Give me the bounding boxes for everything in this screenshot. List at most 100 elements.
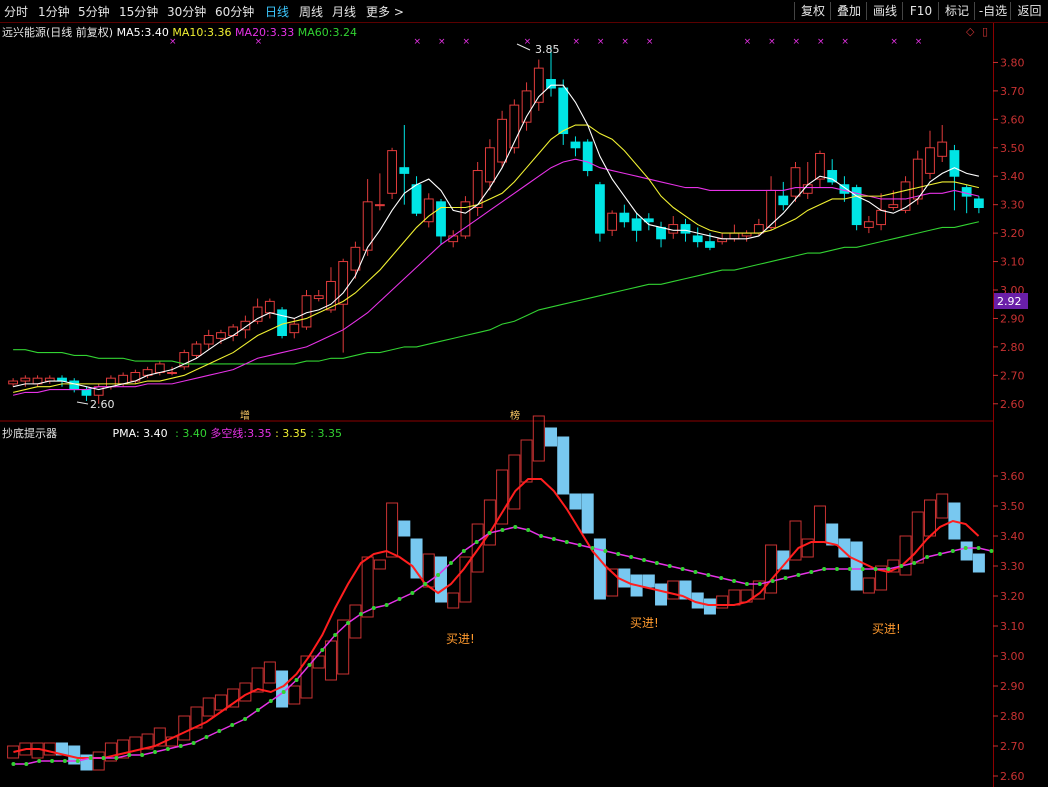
candle-body (411, 184, 422, 214)
ma10-line (12, 124, 980, 393)
sub-bar-up (899, 535, 912, 576)
sub-bar-up (324, 640, 337, 681)
multi-line-dot (641, 558, 646, 562)
sub-bar-down (434, 556, 447, 603)
sub-bar-down (826, 523, 839, 546)
multi-line-dot (744, 582, 749, 586)
signal-x-mark: × (841, 37, 849, 47)
candle-body (680, 224, 691, 234)
buy-signal-3: 买进! (872, 622, 901, 636)
candle-body (497, 118, 508, 163)
sub-bar-up (386, 502, 399, 558)
pma-line (13, 478, 980, 759)
signal-x-mark: × (646, 37, 654, 47)
multi-line-dot (281, 690, 286, 694)
high-marker: 3.85 (535, 43, 560, 56)
candle-body (925, 147, 935, 174)
sub-bar-up (496, 469, 509, 525)
candle-body (301, 295, 312, 328)
sub-y-tick-label: 3.30 (1000, 560, 1025, 573)
multi-line-dot (410, 591, 415, 595)
candle-body (338, 261, 349, 305)
sub-bar-up (178, 715, 191, 741)
sub-y-tick-label: 3.20 (1000, 590, 1025, 603)
candle-body (484, 147, 495, 183)
multi-line-dot (886, 567, 891, 571)
sub-y-tick-label: 2.60 (1000, 770, 1025, 783)
multi-line-dot (770, 579, 775, 583)
multi-line-dot (114, 756, 119, 760)
sub-bar-up (728, 589, 741, 606)
signal-x-mark: × (597, 37, 605, 47)
multi-line-dot (140, 753, 145, 757)
multi-line-dot (835, 567, 840, 571)
multi-line-dot (230, 723, 235, 727)
candle-body (546, 79, 556, 89)
sub-bar-down (703, 598, 716, 615)
multi-line-dot (88, 756, 93, 760)
candle-body (252, 306, 263, 322)
multi-line-dot (616, 552, 621, 556)
multi-line-dot (860, 567, 865, 571)
multi-line-dot (474, 540, 479, 544)
buy-signal-1: 买进! (446, 632, 475, 646)
multi-line-dot (346, 621, 351, 625)
main-y-tick-label: 3.10 (1000, 256, 1025, 269)
candle-body (203, 335, 214, 345)
current-price-value: 2.92 (997, 295, 1022, 308)
candle-body (374, 204, 385, 207)
main-y-tick-label: 3.80 (1000, 56, 1025, 69)
candle-body (289, 323, 300, 334)
kline-chart[interactable]: 3.80 3.70 3.60 3.50 3.40 3.30 3.20 3.10 3.00 2.90… (0, 0, 1048, 787)
ma60-line (13, 221, 980, 365)
signal-x-mark: × (462, 37, 470, 47)
multi-line-dot (320, 648, 325, 652)
markers: 3.85 2.60 × × × × × × × × × × × × × × × × × (76, 37, 922, 411)
candle-body (937, 141, 948, 157)
multi-line-dot (937, 552, 942, 556)
candle-body (863, 221, 874, 228)
sub-bar-up (862, 577, 875, 594)
candle-body (961, 187, 972, 197)
sub-y-tick-label: 3.10 (1000, 620, 1025, 633)
sub-bar-up (447, 592, 460, 609)
multi-line-dot (654, 561, 659, 565)
signal-x-mark: × (438, 37, 446, 47)
multi-line-dot (436, 573, 441, 577)
sub-bar-down (398, 520, 411, 537)
candle-body (949, 150, 960, 177)
multi-line-dot (178, 744, 183, 748)
sub-bar-down (557, 436, 570, 495)
candle-body (888, 204, 899, 209)
sub-bar-up (667, 580, 680, 600)
candle-body (350, 246, 361, 271)
sub-bar-up (214, 694, 227, 711)
signal-x-mark: × (572, 37, 580, 47)
sub-bar-up (532, 415, 545, 462)
multi-line-dot (847, 567, 852, 571)
multi-line-dot (204, 735, 209, 739)
candle-body (472, 170, 483, 209)
multi-line-dot (899, 564, 904, 568)
multi-line-dot (564, 540, 569, 544)
signal-x-mark: × (621, 37, 629, 47)
multi-line-dot (757, 582, 762, 586)
candle-body (656, 226, 666, 240)
multi-line-dot (333, 633, 338, 637)
candle-body (912, 158, 923, 200)
multi-line-dot (809, 570, 814, 574)
sub-bar-up (789, 520, 802, 561)
multi-line-dot (680, 567, 685, 571)
low-marker-arrow (76, 401, 89, 405)
candle-body (619, 212, 630, 223)
sub-y-tick-label: 2.70 (1000, 740, 1025, 753)
multi-line-dot (796, 573, 801, 577)
candle-body (191, 343, 202, 356)
candle-body (973, 198, 984, 209)
multi-line-dot (989, 549, 994, 553)
candle-body (778, 195, 789, 206)
candle-body (900, 181, 911, 211)
candle-body (570, 141, 581, 149)
candle-body (436, 201, 446, 237)
multi-line-dot (268, 699, 273, 703)
